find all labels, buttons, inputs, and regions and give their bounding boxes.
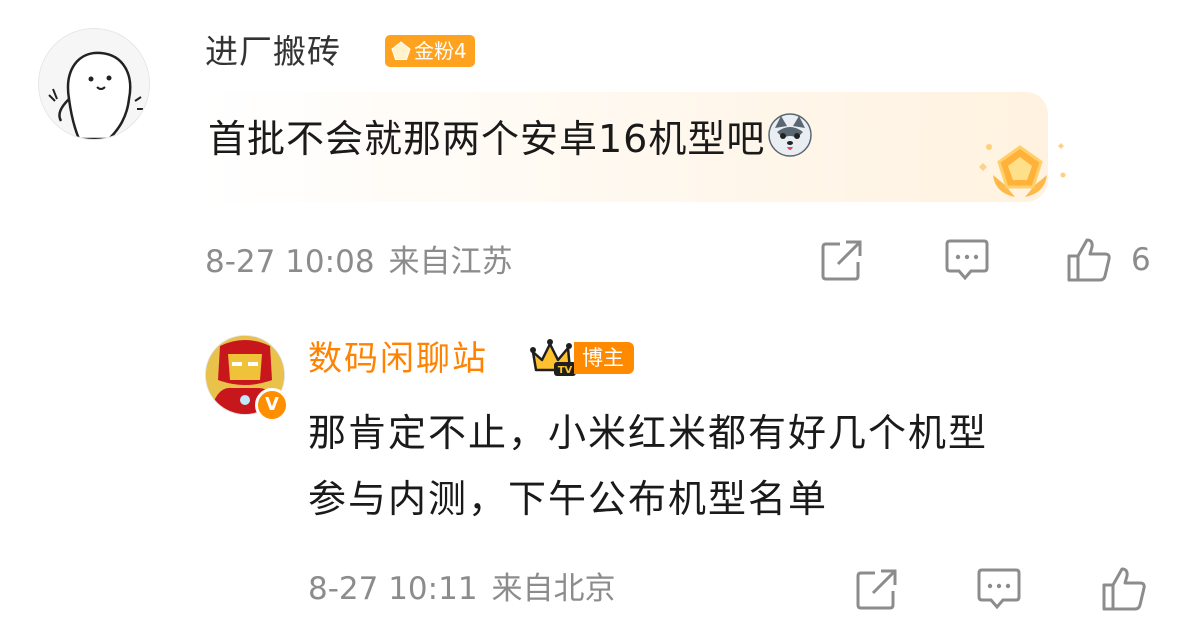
doodle-avatar-image: [39, 29, 149, 139]
pentagon-icon: [391, 41, 411, 60]
comment2-meta: 8-27 10:11 来自北京: [308, 567, 616, 611]
comment2-username[interactable]: 数码闲聊站: [308, 336, 488, 382]
blogger-badge[interactable]: TV 博主: [530, 338, 634, 378]
comment2-share-button[interactable]: [853, 565, 901, 613]
comment1-text-row[interactable]: 首批不会就那两个安卓16机型吧: [208, 112, 813, 171]
comment2-text-line1: 那肯定不止，小米红米都有好几个机型: [308, 411, 989, 455]
like-count: 6: [1131, 242, 1151, 278]
thumbs-up-icon: [1102, 567, 1146, 611]
comment1-username[interactable]: 进厂搬砖: [205, 30, 341, 74]
comment2-time: 8-27 10:11: [308, 571, 478, 607]
crown-tv-icon: TV: [530, 339, 576, 376]
gold-fan-decoration-icon: [975, 135, 1070, 209]
comment1-text: 首批不会就那两个安卓16机型吧: [208, 117, 766, 161]
svg-text:TV: TV: [558, 365, 573, 376]
fan-level-badge[interactable]: 金粉4: [385, 35, 475, 67]
comment2-location: 来自北京: [491, 571, 616, 607]
comment2-reply-button[interactable]: [975, 565, 1023, 613]
comment1-reply-button[interactable]: [943, 236, 991, 284]
comment2-text-line2: 参与内测，下午公布机型名单: [308, 477, 829, 521]
share-icon: [821, 240, 862, 281]
comment1-time: 8-27 10:08: [205, 244, 375, 280]
thumbs-up-icon: [1067, 238, 1111, 282]
comment1-meta: 8-27 10:08 来自江苏: [205, 240, 513, 284]
comment2-text[interactable]: 那肯定不止，小米红米都有好几个机型 参与内测，下午公布机型名单: [308, 400, 1168, 532]
comment-icon: [945, 239, 989, 281]
fan-badge-label: 金粉4: [414, 39, 467, 63]
blogger-tag-label: 博主: [574, 342, 634, 374]
verified-v-icon: V: [255, 388, 289, 422]
share-icon: [856, 569, 897, 610]
comment1-like-button[interactable]: 6: [1065, 236, 1151, 284]
husky-dog-emoji: [767, 112, 813, 171]
comment-icon: [977, 568, 1021, 610]
comment1-location: 来自江苏: [388, 244, 513, 280]
user-avatar[interactable]: [38, 28, 150, 140]
comment1-share-button[interactable]: [818, 236, 866, 284]
comment2-like-button[interactable]: [1100, 565, 1148, 613]
